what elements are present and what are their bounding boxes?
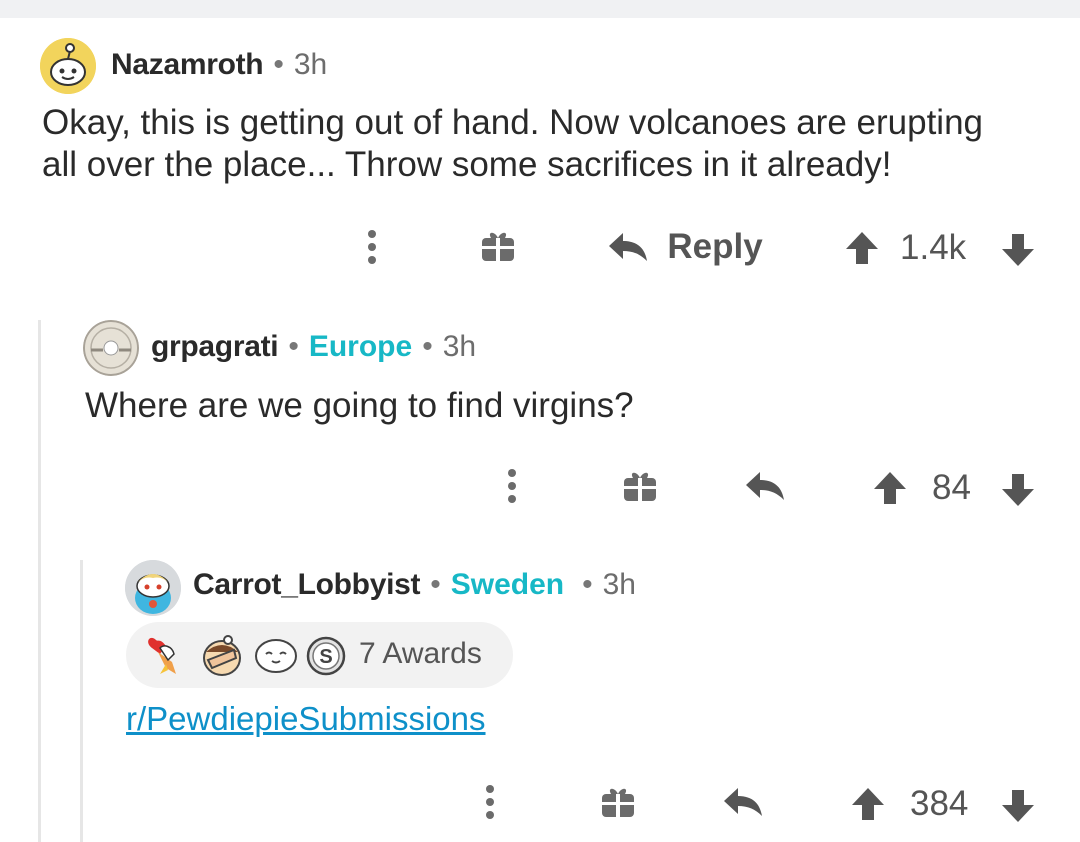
more-options-button[interactable] xyxy=(470,780,510,824)
meta-separator: • xyxy=(288,330,299,363)
avatar-grpagrati[interactable] xyxy=(83,320,139,376)
upvote-button[interactable] xyxy=(840,226,884,270)
gift-icon xyxy=(482,232,514,261)
reply-button[interactable] xyxy=(742,464,788,508)
upvote-icon xyxy=(846,232,878,264)
comment-body: Where are we going to find virgins? xyxy=(85,386,634,425)
more-options-button[interactable] xyxy=(352,225,392,269)
downvote-icon xyxy=(1002,234,1034,266)
meta-separator: • xyxy=(430,568,441,601)
reply-arrow-icon xyxy=(609,233,648,261)
reply-label: Reply xyxy=(667,227,763,266)
user-flair: Europe xyxy=(308,330,413,363)
more-options-button[interactable] xyxy=(492,464,532,508)
reply-arrow-icon xyxy=(746,472,784,500)
meta-separator: • xyxy=(582,568,593,601)
timestamp: 3h xyxy=(293,48,328,81)
top-band xyxy=(0,0,1080,18)
timestamp: 3h xyxy=(602,568,636,601)
avatar-nazamroth[interactable] xyxy=(40,38,96,94)
reply-arrow-icon xyxy=(724,788,762,816)
more-vertical-icon xyxy=(508,469,516,503)
downvote-button[interactable] xyxy=(996,468,1040,512)
rocket-heart-award-icon xyxy=(146,634,186,676)
coin-avatar-icon xyxy=(83,320,139,376)
upvote-button[interactable] xyxy=(846,782,890,826)
reply-button[interactable] xyxy=(720,780,766,824)
score: 84 xyxy=(932,468,971,507)
meta-separator: • xyxy=(273,48,284,81)
svg-text:S: S xyxy=(319,646,332,668)
give-award-button[interactable] xyxy=(478,226,518,266)
downvote-icon xyxy=(1002,790,1034,822)
username[interactable]: Carrot_Lobbyist xyxy=(193,568,421,602)
comment-body-line: all over the place... Throw some sacrifi… xyxy=(42,145,892,184)
user-flair: Sweden xyxy=(450,568,565,601)
score: 384 xyxy=(910,784,969,823)
give-award-button[interactable] xyxy=(620,466,660,506)
more-vertical-icon xyxy=(368,230,376,264)
silver-award-icon: S xyxy=(306,636,346,676)
reply-button[interactable]: Reply xyxy=(600,222,770,272)
upvote-button[interactable] xyxy=(868,466,912,510)
avatar-carrot-lobbyist[interactable] xyxy=(125,560,181,616)
username[interactable]: Nazamroth xyxy=(111,48,264,82)
downvote-icon xyxy=(1002,474,1034,506)
thread-line[interactable] xyxy=(80,560,83,842)
thread-line[interactable] xyxy=(38,320,41,842)
username[interactable]: grpagrati xyxy=(151,330,279,364)
gift-icon xyxy=(602,788,634,817)
more-vertical-icon xyxy=(486,785,494,819)
snoo-avatar-icon xyxy=(125,560,181,616)
wholesome-seal-award-icon xyxy=(254,636,298,674)
facepalm-award-icon xyxy=(198,632,246,678)
downvote-button[interactable] xyxy=(996,228,1040,272)
meta-separator: • xyxy=(422,330,433,363)
upvote-icon xyxy=(874,472,906,504)
awards-count-label: 7 Awards xyxy=(359,637,482,670)
score: 1.4k xyxy=(900,228,967,267)
comment-body-line: Okay, this is getting out of hand. Now v… xyxy=(42,103,984,142)
upvote-icon xyxy=(852,788,884,820)
gift-icon xyxy=(624,472,656,501)
snoo-avatar-icon xyxy=(40,38,96,94)
give-award-button[interactable] xyxy=(598,782,638,822)
downvote-button[interactable] xyxy=(996,784,1040,828)
subreddit-link[interactable]: r/PewdiepieSubmissions xyxy=(126,700,486,738)
timestamp: 3h xyxy=(442,330,477,363)
comment-body: Okay, this is getting out of hand. Now v… xyxy=(42,102,983,186)
